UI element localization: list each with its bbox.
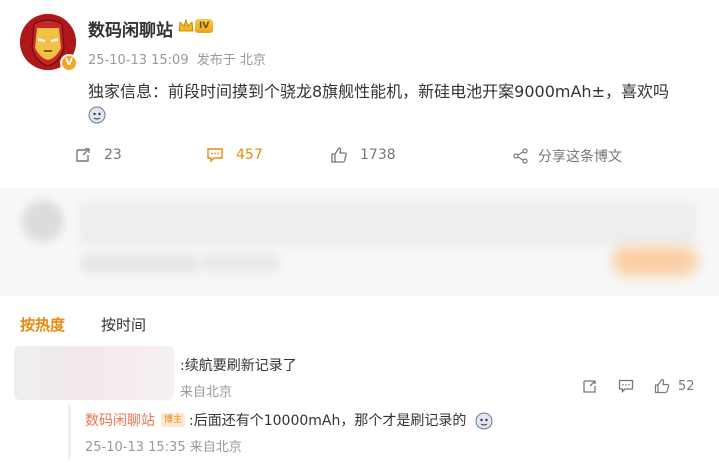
post-meta: 25-10-13 15:09 发布于 北京 <box>88 49 266 68</box>
doge-icon <box>475 412 493 430</box>
repost-icon <box>76 148 90 162</box>
blurred-submit-button <box>612 246 698 276</box>
repost-button[interactable]: 23 <box>74 146 122 164</box>
share-icon <box>513 148 528 164</box>
like-button[interactable]: 1738 <box>330 146 396 164</box>
comment-repost-button[interactable] <box>582 378 598 394</box>
blurred-input <box>78 202 698 246</box>
weibo-post: V 数码闲聊站 IV 25-10-13 15:09 发布于 北京 独家信息：前段… <box>0 0 719 190</box>
comment-like-button[interactable]: 52 <box>654 378 695 394</box>
thumbs-up-icon <box>654 378 670 394</box>
comment-reply-button[interactable] <box>618 378 634 394</box>
reply-location: 来自北京 <box>189 440 242 455</box>
level-badge: IV <box>178 18 214 34</box>
share-button[interactable]: 分享这条博文 <box>512 146 622 166</box>
repost-icon <box>583 380 596 393</box>
blurred-avatar <box>22 200 64 242</box>
comment-button[interactable]: 457 <box>206 146 263 164</box>
author-badge: 博主 <box>161 413 186 427</box>
crown-icon <box>178 18 194 32</box>
reply-date: 25-10-13 15:35 <box>85 440 186 455</box>
comment-sort-bar: 按热度 按时间 <box>0 302 719 342</box>
blurred-comment-box <box>0 188 719 296</box>
like-count: 1738 <box>360 147 396 163</box>
comment-like-count: 52 <box>678 378 695 394</box>
post-source: 发布于 北京 <box>196 53 266 68</box>
verified-badge-icon: V <box>60 54 78 72</box>
reply-author-name[interactable]: 数码闲聊站 <box>85 410 155 430</box>
author-name[interactable]: 数码闲聊站 <box>88 16 173 41</box>
comment-count: 457 <box>236 147 263 163</box>
comment-text: :续航要刷新记录了 <box>180 358 297 374</box>
sort-by-hot-tab[interactable]: 按热度 <box>20 314 65 335</box>
comment-icon <box>207 148 223 163</box>
reply-meta: 25-10-13 15:35 来自北京 <box>85 436 242 455</box>
post-date[interactable]: 25-10-13 15:09 <box>88 53 189 68</box>
blurred-toolbar-2 <box>200 254 280 272</box>
repost-count: 23 <box>104 147 122 163</box>
author-reply: 数码闲聊站 博主 :后面还有个10000mAh，那个才是刷记录的 25-10-1… <box>68 404 708 460</box>
post-actions: 23 457 1738 分享这条博文 <box>0 146 719 174</box>
comment-icon <box>618 379 634 394</box>
doge-icon <box>88 106 106 124</box>
reply-text: :后面还有个10000mAh，那个才是刷记录的 <box>189 413 467 429</box>
sort-by-time-tab[interactable]: 按时间 <box>101 314 146 335</box>
comment-meta: 来自北京 <box>180 385 233 400</box>
share-label: 分享这条博文 <box>538 149 622 165</box>
blurred-toolbar <box>80 256 200 272</box>
thumbs-up-icon <box>331 147 347 163</box>
blurred-commenter <box>14 346 174 400</box>
post-text: 独家信息：前段时间摸到个骁龙8旗舰性能机，新硅电池开案9000mAh±，喜欢吗 <box>88 82 669 101</box>
level-label: IV <box>195 19 214 33</box>
